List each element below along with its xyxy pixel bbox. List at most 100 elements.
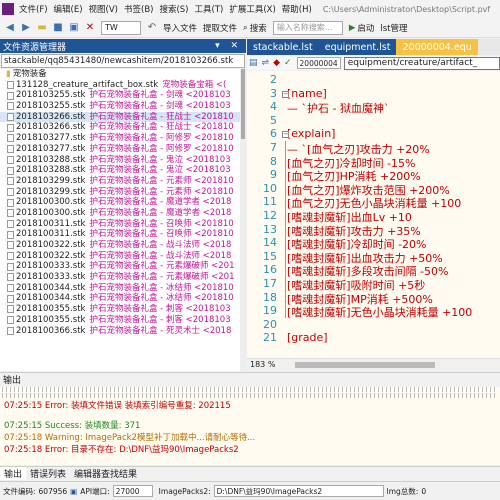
fold-toggle-icon[interactable]: −	[282, 90, 289, 98]
code-line[interactable]: [name]	[287, 87, 327, 100]
explorer-path-input[interactable]: stackable/qq85431480/newcashitem/2018103…	[1, 54, 245, 68]
tree-row[interactable]: 2018103288.stk 护石宠物装备礼盒 - 鬼泣 <2018103	[0, 155, 245, 166]
tree-row[interactable]: 2018100300.stk 护石宠物装备礼盒 - 魔道学者 <2018	[0, 208, 245, 219]
window-file-path: C:\Users\Administrator\Desktop\Script.pv…	[322, 4, 491, 14]
api-label: API端口:	[80, 486, 110, 496]
tree-row[interactable]: 2018103255.stk 护石宠物装备礼盒 - 剑魂 <2018103	[0, 101, 245, 112]
file-icon	[7, 219, 14, 228]
mode-combo[interactable]: TW	[101, 20, 141, 35]
tree-row[interactable]: 2018100322.stk 护石宠物装备礼盒 - 战斗法师 <2018	[0, 240, 245, 251]
tree-row[interactable]: 2018100344.stk 护石宠物装备礼盒 - 冰结师 <201810	[0, 283, 245, 294]
file-icon	[7, 134, 14, 143]
tree-row[interactable]: 2018103288.stk 护石宠物装备礼盒 - 鬼泣 <2018103	[0, 165, 245, 176]
tree-row[interactable]: 2018100344.stk 护石宠物装备礼盒 - 冰结师 <201810	[0, 293, 245, 304]
tree-row[interactable]: 2018100311.stk 护石宠物装备礼盒 - 召唤师 <201810	[0, 229, 245, 240]
pin-icon[interactable]: ▾ ✕	[215, 41, 246, 51]
menu-help[interactable]: 帮助(H)	[279, 3, 315, 15]
menu-extensions[interactable]: 扩展工具(X)	[226, 3, 278, 15]
search-button[interactable]: ⌕ 搜索	[240, 22, 270, 34]
menu-edit[interactable]: 编辑(E)	[51, 3, 86, 15]
menu-view[interactable]: 视图(V)	[86, 3, 121, 15]
tree-row[interactable]: 2018100366.stk 护石宠物装备礼盒 - 死灵术士 <2018	[0, 326, 245, 337]
code-editor[interactable]: 2 3 [name] 4— `护石 - 狱血魔神` 5 6 [explain] 7— `[血气…	[247, 71, 500, 358]
code-line[interactable]: [嗜魂封魔斩]无色小晶块消耗量 +100	[287, 304, 472, 320]
tree-row[interactable]: 2018100311.stk 护石宠物装备礼盒 - 召唤师 <201810	[0, 219, 245, 230]
tree-row[interactable]: 2018100300.stk 护石宠物装备礼盒 - 魔道学者 <2018	[0, 197, 245, 208]
menu-bookmark[interactable]: 书签(B)	[121, 3, 156, 15]
item-code-field[interactable]: 20000004	[296, 57, 341, 69]
tree-row[interactable]: 2018103277.stk 护石宠物装备礼盒 - 阿修罗 <201810	[0, 144, 245, 155]
file-icon	[7, 230, 14, 239]
tree-row[interactable]: 2018100333.stk 护石宠物装备礼盒 - 元素爆破师 <201	[0, 272, 245, 283]
tab-stackable-lst[interactable]: stackable.lst	[247, 39, 319, 55]
tab-20000004-equ[interactable]: 20000004.equ	[396, 39, 478, 55]
item-path-field[interactable]: equipment/creature/artifact_	[343, 56, 500, 70]
scroll-thumb[interactable]	[241, 69, 245, 139]
tree-row[interactable]: 2018103299.stk 护石宠物装备礼盒 - 元素师 <201810	[0, 187, 245, 198]
tree-folder[interactable]: ▮ 宠物装备	[0, 69, 245, 80]
file-desc: 护石宠物装备礼盒 - 冰结师 <201810	[89, 282, 234, 293]
tree-row[interactable]: 2018100333.stk 护石宠物装备礼盒 - 元素爆破师 <201	[0, 261, 245, 272]
close-icon[interactable]: ✕	[83, 21, 97, 35]
line-number: 19	[263, 304, 277, 318]
code-line[interactable]: — `护石 - 狱血魔神`	[287, 100, 389, 116]
tree-row[interactable]: 2018103266.stk 护石宠物装备礼盒 - 狂战士 <201810	[0, 111, 245, 123]
tree-row[interactable]: 2018103266.stk 护石宠物装备礼盒 - 狂战士 <201810	[0, 122, 245, 133]
tree-row[interactable]: 2018100355.stk 护石宠物装备礼盒 - 刺客 <2018103	[0, 315, 245, 326]
port-input[interactable]: 27000	[112, 485, 153, 497]
menu-tools[interactable]: 工具(T)	[192, 3, 227, 15]
save-icon[interactable]: ■	[51, 21, 65, 35]
tab-equipment-lst[interactable]: equipment.lst	[318, 39, 397, 55]
tab-output[interactable]: 输出	[0, 467, 27, 480]
run-button[interactable]: ▶ 启动	[346, 22, 378, 34]
editor-hscroll[interactable]: 183 %	[247, 358, 500, 370]
extract-file-button[interactable]: 提取文件	[200, 22, 240, 34]
file-name: 2018103288.stk	[16, 154, 86, 165]
file-desc: 护石宠物装备礼盒 - 元素师 <201810	[89, 175, 234, 186]
file-name: 2018100311.stk	[16, 218, 86, 229]
tree-row[interactable]: 2018100355.stk 护石宠物装备礼盒 - 刺客 <2018103	[0, 304, 245, 315]
line-number: 9	[270, 168, 277, 182]
line-number: 12	[263, 209, 277, 222]
file-desc: 护石宠物装备礼盒 - 战斗法师 <2018	[89, 240, 232, 250]
output-tabs: 输出 错误列表 编辑器查找结果	[0, 466, 500, 480]
tree-scrollbar[interactable]	[240, 69, 246, 371]
tree-row[interactable]: 2018100322.stk 护石宠物装备礼盒 - 战斗法师 <2018	[0, 251, 245, 262]
import-file-button[interactable]: 导入文件	[160, 22, 200, 34]
check-icon[interactable]: ✓	[284, 58, 292, 68]
code-line[interactable]: [explain]	[287, 127, 335, 140]
imagepacks-path-input[interactable]: D:\DNF\益玛90\ImagePacks2	[213, 485, 384, 497]
paint-icon[interactable]: ◆	[273, 58, 280, 68]
tree-row[interactable]: 2018103277.stk 护石宠物装备礼盒 - 阿修罗 <201810	[0, 133, 245, 144]
tree-row[interactable]: 2018103255.stk 护石宠物装备礼盒 - 剑魂 <2018103	[0, 90, 245, 101]
line-number: 8	[270, 154, 277, 168]
undo-icon[interactable]: ↶	[145, 21, 159, 35]
fold-toggle-icon[interactable]: −	[282, 131, 289, 139]
search-input[interactable]: 输入名称搜索...	[272, 20, 343, 35]
tab-error-list[interactable]: 错误列表	[26, 467, 70, 480]
code-line[interactable]: [grade]	[287, 331, 328, 344]
open-folder-icon[interactable]: ▬	[35, 21, 49, 35]
file-desc: 护石宠物装备礼盒 - 召唤师 <201810	[89, 218, 234, 229]
lst-manage-button[interactable]: lst管理	[377, 22, 410, 34]
file-explorer-header: 文件资源管理器 ▾ ✕	[0, 39, 246, 53]
menu-search[interactable]: 搜索(S)	[156, 3, 191, 15]
file-desc: 护石宠物装备礼盒 - 元素爆破师 <201	[89, 261, 235, 272]
tree-row[interactable]: 2018103299.stk 护石宠物装备礼盒 - 元素师 <201810	[0, 176, 245, 187]
format-icon[interactable]: ⇌	[262, 58, 270, 68]
tree-row[interactable]: 131128_creature_artifact_box.stk 宠物装备宝箱 <…	[0, 80, 245, 91]
file-name: 2018103299.stk	[16, 175, 86, 186]
forward-icon[interactable]: ▶	[19, 21, 33, 35]
hscroll-thumb[interactable]	[295, 361, 436, 368]
menu-file[interactable]: 文件(F)	[16, 3, 51, 15]
zoom-level[interactable]: 183 %	[250, 360, 275, 369]
save-all-icon[interactable]: ▣	[67, 21, 81, 35]
app-logo-icon	[2, 3, 14, 15]
file-name: 2018103299.stk	[16, 186, 86, 197]
tab-find-results[interactable]: 编辑器查找结果	[70, 467, 141, 480]
file-icon	[7, 262, 14, 271]
back-icon[interactable]: ◀	[3, 21, 17, 35]
align-icon[interactable]: ▤	[249, 58, 258, 68]
file-name: 2018100322.stk	[16, 240, 86, 250]
encoding-label: 文件编码:	[3, 486, 36, 496]
